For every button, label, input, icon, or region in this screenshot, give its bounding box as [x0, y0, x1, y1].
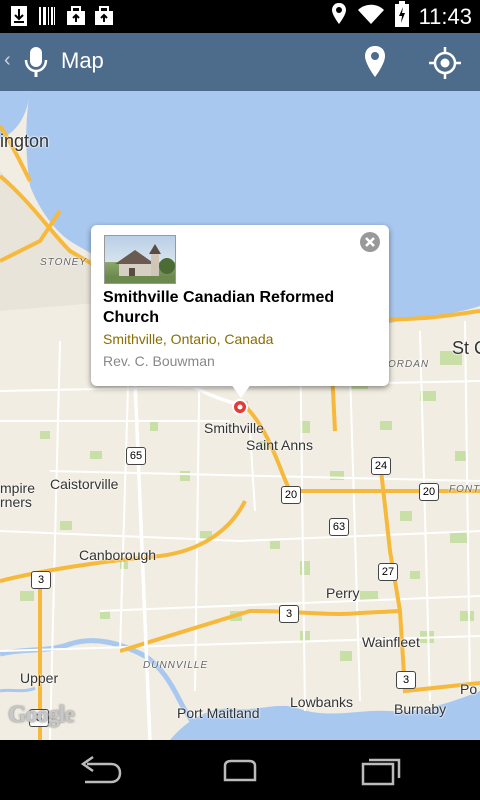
place-marker-icon[interactable]: [360, 44, 390, 80]
town-label: Port Maitland: [177, 705, 260, 721]
town-label: Po: [460, 681, 478, 697]
highway-shield: 3: [279, 605, 299, 623]
my-location-icon[interactable]: [428, 46, 462, 80]
back-chevron-icon[interactable]: ‹: [4, 49, 11, 72]
area-label: FONT: [449, 484, 480, 495]
system-status: 11:43: [331, 0, 472, 33]
microphone-icon[interactable]: [22, 45, 50, 79]
map-view[interactable]: ington St C STONEY C ORDAN Smithville Sa…: [0, 91, 480, 740]
highway-shield: 20: [419, 483, 439, 501]
area-label: DUNNVILLE: [143, 660, 209, 671]
briefcase-upload-icon: [94, 5, 113, 27]
action-bar: ‹ Map: [0, 33, 480, 91]
close-icon[interactable]: [360, 232, 380, 252]
highway-shield: 20: [281, 486, 301, 504]
location-icon: [331, 2, 347, 31]
city-label: St C: [452, 338, 480, 358]
highway-shield: 27: [378, 563, 398, 581]
status-bar: 11:43: [0, 0, 480, 33]
recent-apps-icon[interactable]: [357, 754, 407, 788]
church-name[interactable]: Smithville Canadian Reformed Church: [103, 288, 373, 328]
town-label: Canborough: [79, 547, 157, 563]
highway-shield: 3: [396, 671, 416, 689]
clock: 11:43: [418, 3, 472, 29]
church-marker-icon[interactable]: [230, 397, 250, 417]
town-label: Upper: [20, 670, 59, 686]
town-label: rners: [0, 494, 32, 510]
popup-pointer: [231, 384, 251, 398]
town-label: Smithville: [204, 420, 264, 436]
battery-charging-icon: [394, 1, 409, 32]
town-label: Perry: [326, 585, 360, 601]
barcode-icon: [38, 5, 56, 27]
highway-shield: 63: [329, 518, 349, 536]
info-popup[interactable]: Smithville Canadian Reformed Church Smit…: [91, 225, 389, 386]
home-icon[interactable]: [215, 754, 265, 788]
back-arrow-icon[interactable]: [75, 754, 125, 788]
town-label: Lowbanks: [290, 694, 354, 710]
wifi-icon: [357, 3, 385, 30]
area-label: STONEY C: [40, 257, 99, 268]
screen-title: Map: [61, 48, 104, 73]
town-label: Saint Anns: [246, 437, 313, 453]
google-logo: Google: [8, 702, 75, 728]
briefcase-upload-icon: [66, 5, 85, 27]
highway-shield: 65: [126, 447, 146, 465]
area-label: ORDAN: [388, 359, 430, 370]
navigation-bar: [0, 740, 480, 800]
notification-icons: [10, 5, 113, 27]
download-icon: [10, 5, 28, 27]
city-label: ington: [0, 131, 50, 151]
church-location: Smithville, Ontario, Canada: [103, 331, 274, 347]
highway-shield: 3: [31, 571, 51, 589]
town-label: Burnaby: [394, 701, 447, 717]
highway-shield: 24: [371, 457, 391, 475]
church-photo: [104, 235, 176, 284]
town-label: Wainfleet: [362, 634, 420, 650]
town-label: Caistorville: [50, 476, 119, 492]
church-pastor: Rev. C. Bouwman: [103, 353, 215, 369]
